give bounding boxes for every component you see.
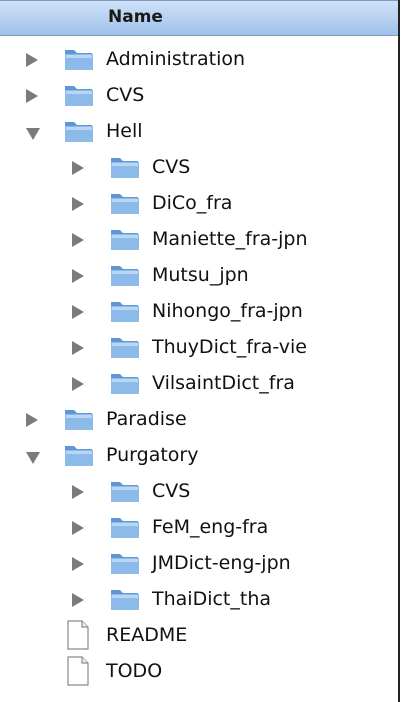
- disclosure-triangle-right-icon[interactable]: [72, 377, 84, 391]
- folder-row[interactable]: ThaiDict_tha: [0, 582, 396, 618]
- disclosure-triangle-right-icon[interactable]: [72, 341, 84, 355]
- folder-row[interactable]: Administration: [0, 42, 396, 78]
- disclosure-triangle-down-icon[interactable]: [26, 128, 40, 140]
- disclosure-triangle-down-icon[interactable]: [26, 452, 40, 464]
- folder-row[interactable]: Paradise: [0, 402, 396, 438]
- folder-row[interactable]: DiCo_fra: [0, 186, 396, 222]
- item-name: Mutsu_jpn: [152, 264, 249, 286]
- disclosure-triangle-right-icon[interactable]: [72, 485, 84, 499]
- folder-icon: [64, 82, 94, 108]
- item-name: JMDict-eng-jpn: [152, 552, 291, 574]
- disclosure-triangle-right-icon[interactable]: [26, 413, 38, 427]
- folder-row[interactable]: Nihongo_fra-jpn: [0, 294, 396, 330]
- folder-icon: [110, 514, 140, 540]
- folder-row[interactable]: ThuyDict_fra-vie: [0, 330, 396, 366]
- item-name: Nihongo_fra-jpn: [152, 300, 303, 322]
- disclosure-triangle-right-icon[interactable]: [72, 269, 84, 283]
- folder-icon: [110, 298, 140, 324]
- file-row[interactable]: README: [0, 618, 396, 654]
- folder-icon: [64, 118, 94, 144]
- folder-row[interactable]: CVS: [0, 474, 396, 510]
- folder-icon: [110, 550, 140, 576]
- item-name: DiCo_fra: [152, 192, 233, 214]
- column-header-label: Name: [108, 7, 163, 27]
- disclosure-triangle-right-icon[interactable]: [72, 161, 84, 175]
- folder-icon: [110, 190, 140, 216]
- item-name: CVS: [152, 156, 191, 178]
- item-name: ThaiDict_tha: [152, 588, 272, 610]
- item-name: Maniette_fra-jpn: [152, 228, 308, 250]
- folder-icon: [110, 478, 140, 504]
- folder-row[interactable]: CVS: [0, 78, 396, 114]
- finder-list-view: Name Administration CVS Hell CVS DiCo_fra Man…: [0, 0, 410, 702]
- disclosure-triangle-right-icon[interactable]: [72, 593, 84, 607]
- item-name: Hell: [106, 120, 143, 142]
- document-icon: [66, 620, 90, 650]
- disclosure-triangle-right-icon[interactable]: [72, 233, 84, 247]
- folder-icon: [110, 262, 140, 288]
- disclosure-triangle-right-icon[interactable]: [26, 53, 38, 67]
- item-name: CVS: [152, 480, 191, 502]
- disclosure-triangle-right-icon[interactable]: [72, 305, 84, 319]
- document-icon: [66, 656, 90, 686]
- folder-icon: [110, 586, 140, 612]
- folder-icon: [64, 46, 94, 72]
- item-name: Paradise: [106, 408, 187, 430]
- item-name: Purgatory: [106, 444, 199, 466]
- folder-icon: [64, 442, 94, 468]
- folder-row[interactable]: VilsaintDict_fra: [0, 366, 396, 402]
- column-header-name[interactable]: Name: [0, 0, 398, 36]
- disclosure-triangle-right-icon[interactable]: [72, 197, 84, 211]
- disclosure-triangle-right-icon[interactable]: [72, 557, 84, 571]
- item-name: TODO: [106, 660, 163, 682]
- item-name: README: [106, 624, 188, 646]
- folder-icon: [110, 334, 140, 360]
- folder-row[interactable]: JMDict-eng-jpn: [0, 546, 396, 582]
- folder-row[interactable]: CVS: [0, 150, 396, 186]
- folder-row[interactable]: Maniette_fra-jpn: [0, 222, 396, 258]
- item-name: CVS: [106, 84, 145, 106]
- folder-row[interactable]: Hell: [0, 114, 396, 150]
- folder-icon: [110, 226, 140, 252]
- folder-row[interactable]: Mutsu_jpn: [0, 258, 396, 294]
- item-name: ThuyDict_fra-vie: [152, 336, 307, 358]
- item-name: VilsaintDict_fra: [152, 372, 295, 394]
- file-row[interactable]: TODO: [0, 654, 396, 690]
- disclosure-triangle-right-icon[interactable]: [72, 521, 84, 535]
- folder-icon: [110, 154, 140, 180]
- disclosure-triangle-right-icon[interactable]: [26, 89, 38, 103]
- folder-icon: [64, 406, 94, 432]
- folder-row[interactable]: FeM_eng-fra: [0, 510, 396, 546]
- folder-icon: [110, 370, 140, 396]
- column-divider[interactable]: [398, 0, 400, 702]
- folder-row[interactable]: Purgatory: [0, 438, 396, 474]
- item-name: Administration: [106, 48, 246, 70]
- item-name: FeM_eng-fra: [152, 516, 269, 538]
